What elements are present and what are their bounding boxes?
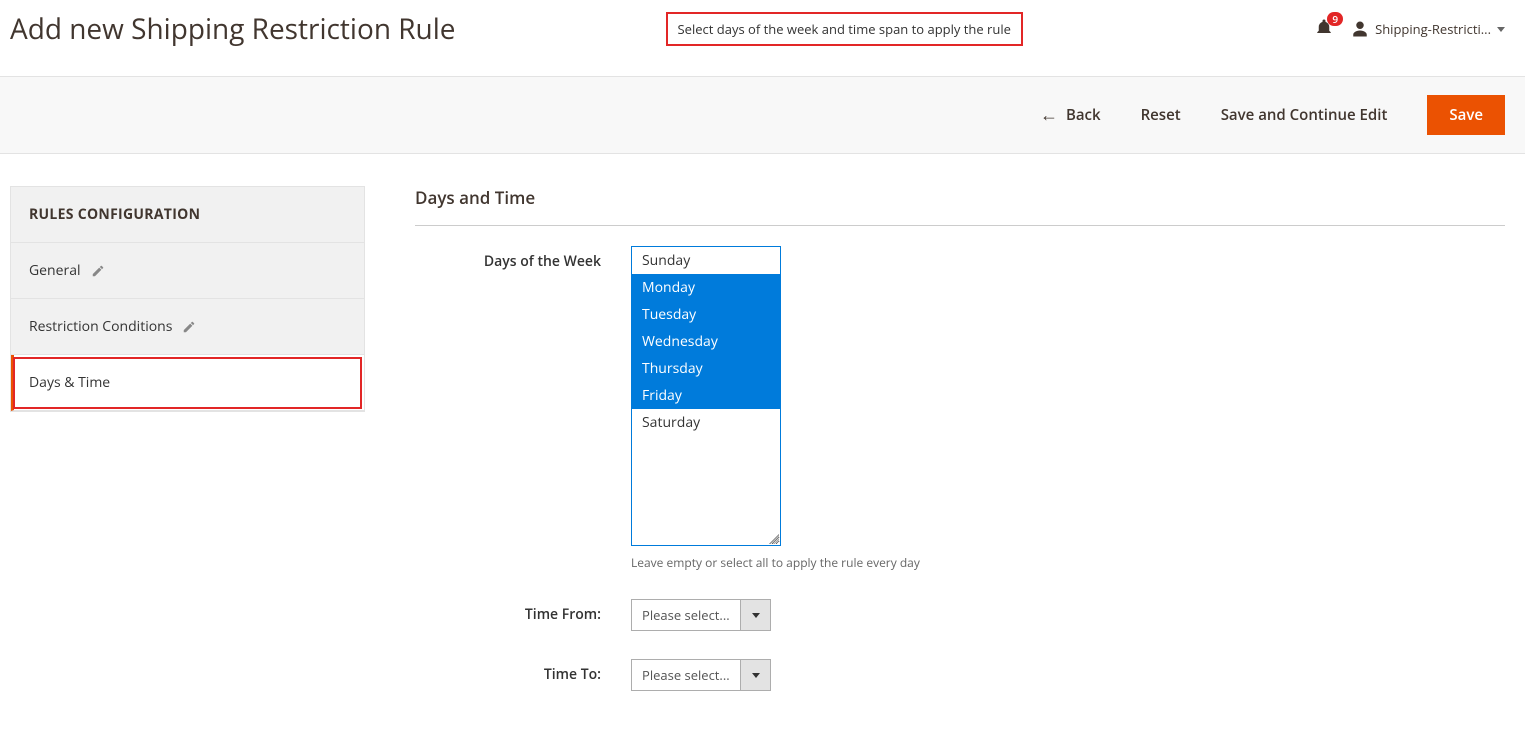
username-label: Shipping-Restricti... [1375,20,1491,38]
header-right: 9 Shipping-Restricti... [1315,18,1505,41]
user-menu[interactable]: Shipping-Restricti... [1351,20,1505,38]
time-from-label: Time From: [415,599,631,624]
day-option-tuesday[interactable]: Tuesday [632,301,780,328]
sidebar-item-general[interactable]: General [11,243,364,299]
time-from-value: Please select... [631,599,741,631]
form-row-days: Days of the Week Sunday Monday Tuesday W… [415,246,1505,571]
resize-handle-icon[interactable] [769,534,779,544]
back-button[interactable]: ← Back [1040,103,1101,127]
day-option-thursday[interactable]: Thursday [632,355,780,382]
content-wrap: RULES CONFIGURATION General Restriction … [0,154,1525,739]
day-option-sunday[interactable]: Sunday [632,247,780,274]
notifications-button[interactable]: 9 [1315,18,1333,41]
notification-badge: 9 [1327,12,1343,26]
page-header: Add new Shipping Restriction Rule Select… [0,0,1525,58]
chevron-down-icon [752,613,760,618]
time-to-value: Please select... [631,659,741,691]
page-title: Add new Shipping Restriction Rule [10,10,456,48]
time-to-label: Time To: [415,659,631,684]
save-continue-button[interactable]: Save and Continue Edit [1221,105,1388,125]
form-row-time-to: Time To: Please select... [415,659,1505,691]
user-icon [1351,20,1369,38]
time-from-dropdown-button[interactable] [741,599,771,631]
reset-button[interactable]: Reset [1141,105,1181,125]
day-option-monday[interactable]: Monday [632,274,780,301]
time-to-control: Please select... [631,659,1505,691]
section-heading: Days and Time [415,186,1505,226]
time-to-dropdown-button[interactable] [741,659,771,691]
days-label: Days of the Week [415,246,631,271]
sidebar-item-days-time[interactable]: Days & Time [11,355,364,411]
day-option-friday[interactable]: Friday [632,382,780,409]
save-button[interactable]: Save [1427,95,1505,135]
sidebar: RULES CONFIGURATION General Restriction … [10,186,365,412]
sidebar-item-label: Days & Time [29,373,110,392]
days-multiselect[interactable]: Sunday Monday Tuesday Wednesday Thursday… [631,246,781,546]
sidebar-title: RULES CONFIGURATION [11,187,364,243]
time-from-control: Please select... [631,599,1505,631]
day-option-wednesday[interactable]: Wednesday [632,328,780,355]
day-option-saturday[interactable]: Saturday [632,409,780,436]
chevron-down-icon [1497,27,1505,32]
chevron-down-icon [752,673,760,678]
time-to-select[interactable]: Please select... [631,659,1505,691]
arrow-left-icon: ← [1040,103,1058,127]
days-hint: Leave empty or select all to apply the r… [631,554,1505,571]
sidebar-item-label: General [29,261,81,280]
main-content: Days and Time Days of the Week Sunday Mo… [415,186,1505,719]
sidebar-item-restriction-conditions[interactable]: Restriction Conditions [11,299,364,355]
sidebar-item-label: Restriction Conditions [29,317,172,336]
pencil-icon [91,264,105,278]
action-bar: ← Back Reset Save and Continue Edit Save [0,76,1525,154]
days-control: Sunday Monday Tuesday Wednesday Thursday… [631,246,1505,571]
time-from-select[interactable]: Please select... [631,599,1505,631]
back-label: Back [1066,105,1101,125]
callout-annotation: Select days of the week and time span to… [666,12,1023,46]
form-row-time-from: Time From: Please select... [415,599,1505,631]
pencil-icon [182,320,196,334]
